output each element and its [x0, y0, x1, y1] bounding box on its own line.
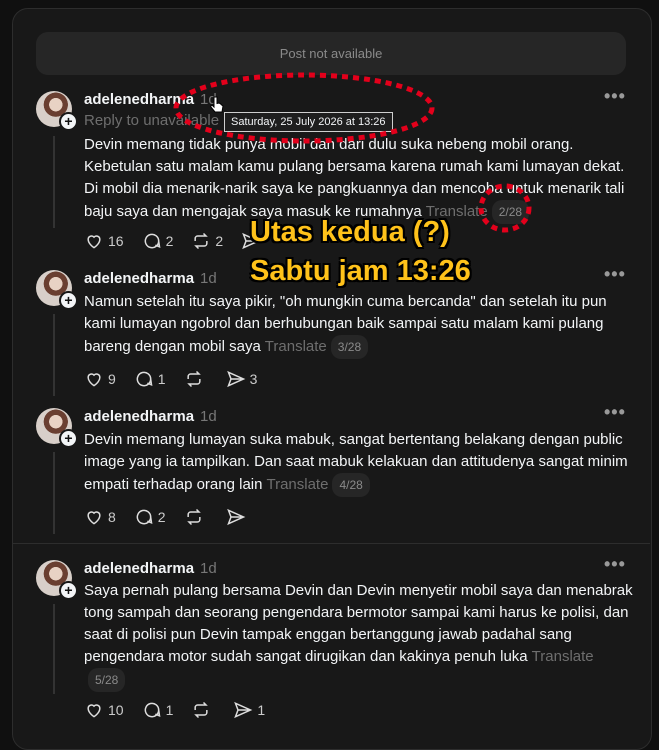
- comment-icon: [144, 702, 161, 718]
- annotation-text-line2: Sabtu jam 13:26: [250, 255, 471, 287]
- comment-button[interactable]: 2: [134, 507, 166, 527]
- repost-button[interactable]: [191, 700, 215, 720]
- post-actions: 8 2: [84, 506, 268, 528]
- thread-line: [53, 136, 55, 228]
- repost-button[interactable]: [184, 507, 208, 527]
- follow-plus-icon[interactable]: +: [59, 429, 78, 448]
- more-options-icon[interactable]: •••: [604, 264, 626, 285]
- thread-pager: 4/28: [332, 473, 370, 497]
- comment-count: 2: [165, 233, 174, 249]
- repost-icon: [186, 508, 201, 526]
- thread-line: [53, 452, 55, 534]
- more-options-icon[interactable]: •••: [604, 402, 626, 423]
- follow-plus-icon[interactable]: +: [59, 291, 78, 310]
- like-count: 10: [108, 702, 124, 718]
- post-time[interactable]: 1d: [200, 408, 217, 425]
- comment-button[interactable]: 2: [142, 231, 174, 251]
- annotation-text-line1: Utas kedua (?): [250, 216, 450, 248]
- thread-line: [53, 604, 55, 694]
- follow-plus-icon[interactable]: +: [59, 581, 78, 600]
- translate-link[interactable]: Translate: [265, 338, 327, 355]
- comment-button[interactable]: 1: [142, 700, 174, 720]
- repost-button[interactable]: 2: [191, 231, 223, 251]
- post-text: Devin memang tidak punya mobil dan dari …: [84, 134, 634, 224]
- more-options-icon[interactable]: •••: [604, 86, 626, 107]
- post-time[interactable]: 1d: [200, 560, 217, 577]
- share-count: 1: [257, 702, 266, 718]
- post-time[interactable]: 1d: [200, 270, 217, 287]
- heart-icon: [87, 235, 101, 249]
- share-button[interactable]: [226, 507, 250, 527]
- thread-pager: 5/28: [88, 668, 126, 692]
- like-count: 8: [108, 509, 116, 525]
- like-button[interactable]: 8: [84, 507, 116, 527]
- repost-button[interactable]: [184, 369, 208, 389]
- share-icon: [226, 508, 245, 526]
- hand-cursor-icon: [210, 96, 224, 113]
- avatar[interactable]: +: [36, 270, 78, 310]
- username[interactable]: adelenedharma: [84, 91, 194, 108]
- username[interactable]: adelenedharma: [84, 408, 194, 425]
- follow-plus-icon[interactable]: +: [59, 112, 78, 131]
- share-button[interactable]: 3: [226, 369, 258, 389]
- like-count: 16: [108, 233, 124, 249]
- post-actions: 9 1 3: [84, 368, 275, 390]
- share-icon: [226, 370, 245, 388]
- share-button[interactable]: 1: [233, 700, 265, 720]
- avatar[interactable]: +: [36, 408, 78, 448]
- thread-line: [53, 314, 55, 396]
- comment-icon: [136, 371, 153, 387]
- repost-icon: [194, 232, 209, 250]
- heart-icon: [87, 373, 101, 387]
- avatar[interactable]: +: [36, 91, 78, 131]
- repost-icon: [186, 370, 201, 388]
- post-actions: 10 1 1: [84, 699, 283, 721]
- translate-link[interactable]: Translate: [532, 648, 594, 665]
- more-options-icon[interactable]: •••: [604, 554, 626, 575]
- like-count: 9: [108, 371, 116, 387]
- post-divider: [12, 543, 650, 544]
- comment-icon: [136, 509, 153, 525]
- comment-count: 2: [157, 509, 166, 525]
- share-count: 3: [249, 371, 258, 387]
- username[interactable]: adelenedharma: [84, 270, 194, 287]
- like-button[interactable]: 16: [84, 231, 124, 251]
- repost-icon: [194, 701, 209, 719]
- comment-button[interactable]: 1: [134, 369, 166, 389]
- post-text: Devin memang lumayan suka mabuk, sangat …: [84, 429, 634, 497]
- heart-icon: [87, 511, 101, 525]
- comment-count: 1: [165, 702, 174, 718]
- post-unavailable-banner: Post not available: [36, 32, 626, 75]
- share-icon: [234, 701, 253, 719]
- post-text: Saya pernah pulang bersama Devin dan Dev…: [84, 580, 634, 692]
- comment-icon: [144, 233, 161, 249]
- repost-count: 2: [215, 233, 224, 249]
- reply-to-label[interactable]: Reply to unavailable: [84, 112, 219, 129]
- like-button[interactable]: 9: [84, 369, 116, 389]
- comment-count: 1: [157, 371, 166, 387]
- thread-pager: 3/28: [330, 335, 369, 359]
- avatar[interactable]: +: [36, 560, 78, 600]
- post-text: Namun setelah itu saya pikir, "oh mungki…: [84, 291, 634, 359]
- thread-pager: 2/28: [491, 200, 530, 224]
- translate-link[interactable]: Translate: [266, 476, 328, 493]
- heart-icon: [87, 704, 101, 718]
- like-button[interactable]: 10: [84, 700, 124, 720]
- username[interactable]: adelenedharma: [84, 560, 194, 577]
- timestamp-tooltip: Saturday, 25 July 2026 at 13:26: [224, 112, 393, 132]
